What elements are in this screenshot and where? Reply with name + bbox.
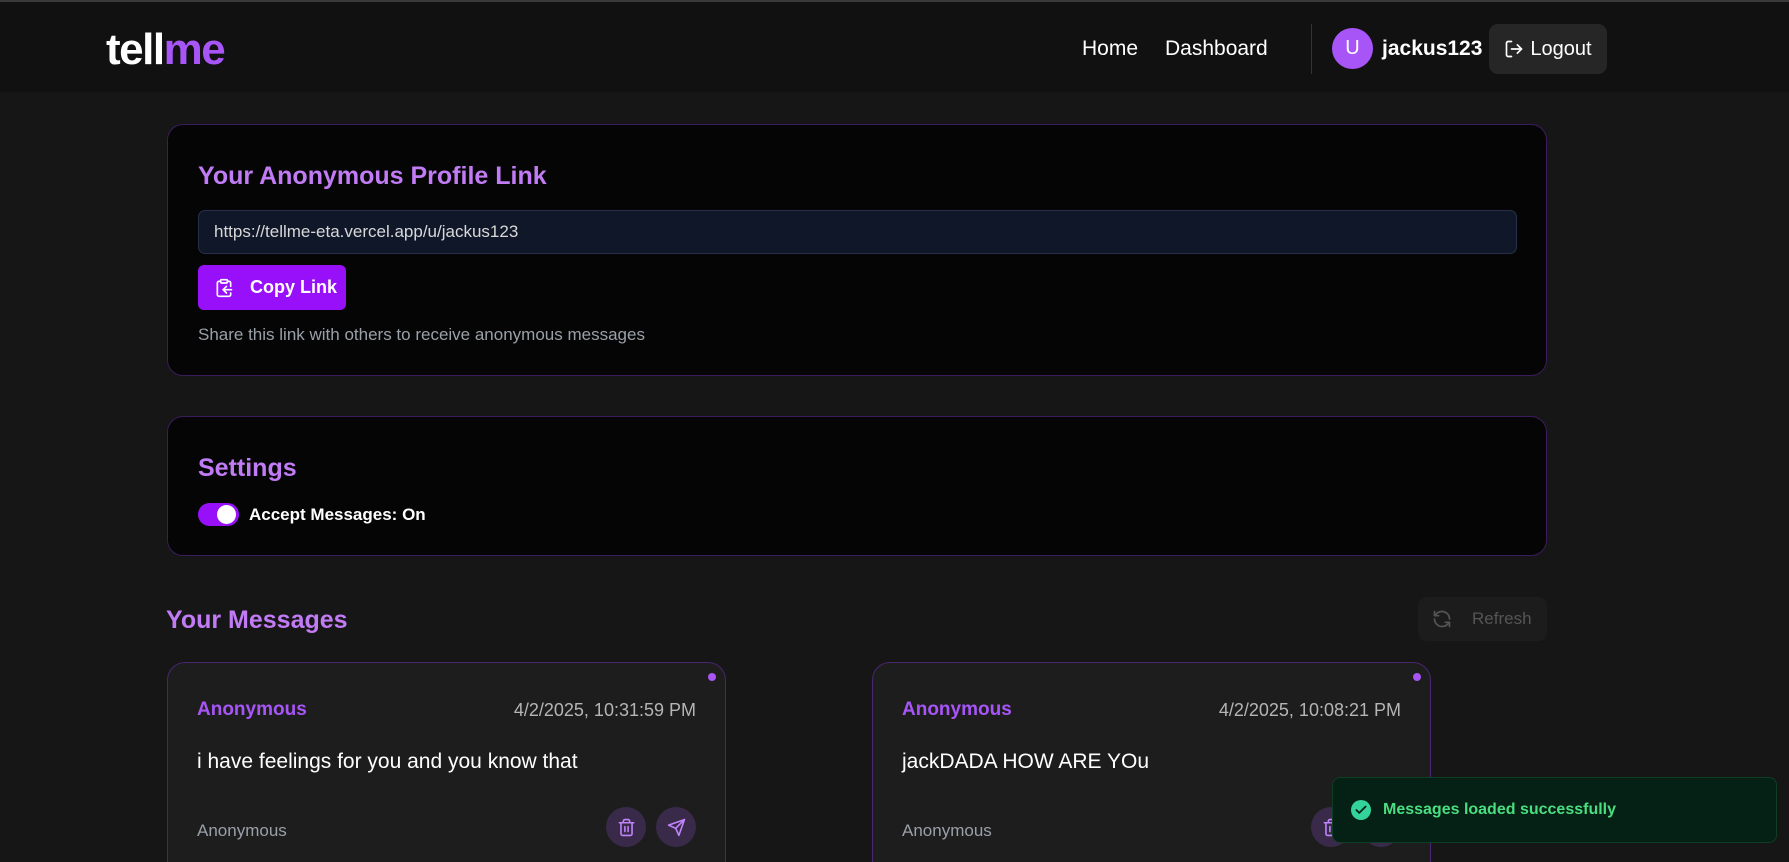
refresh-icon: [1433, 610, 1451, 628]
avatar[interactable]: U: [1332, 28, 1373, 69]
refresh-button[interactable]: Refresh: [1418, 597, 1547, 641]
message-footer: Anonymous: [902, 821, 992, 840]
brand-logo-part1: tell: [106, 25, 165, 74]
share-hint-text: Share this link with others to receive a…: [198, 325, 645, 344]
message-time: 4/2/2025, 10:08:21 PM: [1218, 700, 1401, 720]
message-footer: Anonymous: [197, 821, 287, 840]
message-text: i have feelings for you and you know tha…: [197, 750, 578, 773]
settings-card: Settings Accept Messages: On: [167, 416, 1547, 556]
logout-button[interactable]: Logout: [1489, 24, 1607, 74]
accept-messages-label: Accept Messages: On: [249, 505, 426, 524]
delete-message-button[interactable]: [606, 807, 646, 847]
message-sender: Anonymous: [902, 699, 1012, 720]
message-time: 4/2/2025, 10:31:59 PM: [513, 700, 696, 720]
check-circle-icon: [1351, 800, 1371, 820]
brand-logo-part2: me: [163, 25, 226, 74]
refresh-label: Refresh: [1472, 609, 1532, 628]
message-text: jackDADA HOW ARE YOu: [902, 750, 1150, 773]
brand-logo[interactable]: tellme: [106, 24, 226, 76]
copy-link-label: Copy Link: [250, 277, 338, 297]
nav-divider: [1311, 24, 1312, 74]
toast-message: Messages loaded successfully: [1383, 801, 1616, 818]
logout-label: Logout: [1530, 37, 1592, 60]
accept-messages-toggle[interactable]: [198, 503, 239, 526]
send-icon: [667, 818, 685, 836]
logout-icon: [1506, 40, 1523, 58]
trash-icon: [618, 818, 634, 836]
success-toast[interactable]: Messages loaded successfully: [1332, 777, 1777, 843]
reply-message-button[interactable]: [656, 807, 696, 847]
username: jackus123: [1382, 37, 1483, 60]
unread-dot: [708, 673, 716, 681]
top-navbar: tellme Home Dashboard U jackus123 Logout: [0, 2, 1789, 92]
clipboard-copy-icon: [216, 278, 233, 297]
message-sender: Anonymous: [197, 699, 307, 720]
unread-dot: [1413, 673, 1421, 681]
profile-link-input[interactable]: https://tellme-eta.vercel.app/u/jackus12…: [198, 210, 1517, 254]
copy-link-button[interactable]: Copy Link: [198, 265, 346, 310]
message-card: Anonymous 4/2/2025, 10:31:59 PM i have f…: [167, 662, 726, 862]
profile-link-title: Your Anonymous Profile Link: [198, 162, 547, 190]
nav-home-link[interactable]: Home: [1082, 36, 1138, 62]
nav-dashboard-link[interactable]: Dashboard: [1165, 36, 1268, 62]
settings-title: Settings: [198, 454, 297, 482]
messages-title: Your Messages: [166, 606, 348, 634]
profile-link-card: Your Anonymous Profile Link https://tell…: [167, 124, 1547, 376]
toggle-knob: [217, 505, 236, 524]
